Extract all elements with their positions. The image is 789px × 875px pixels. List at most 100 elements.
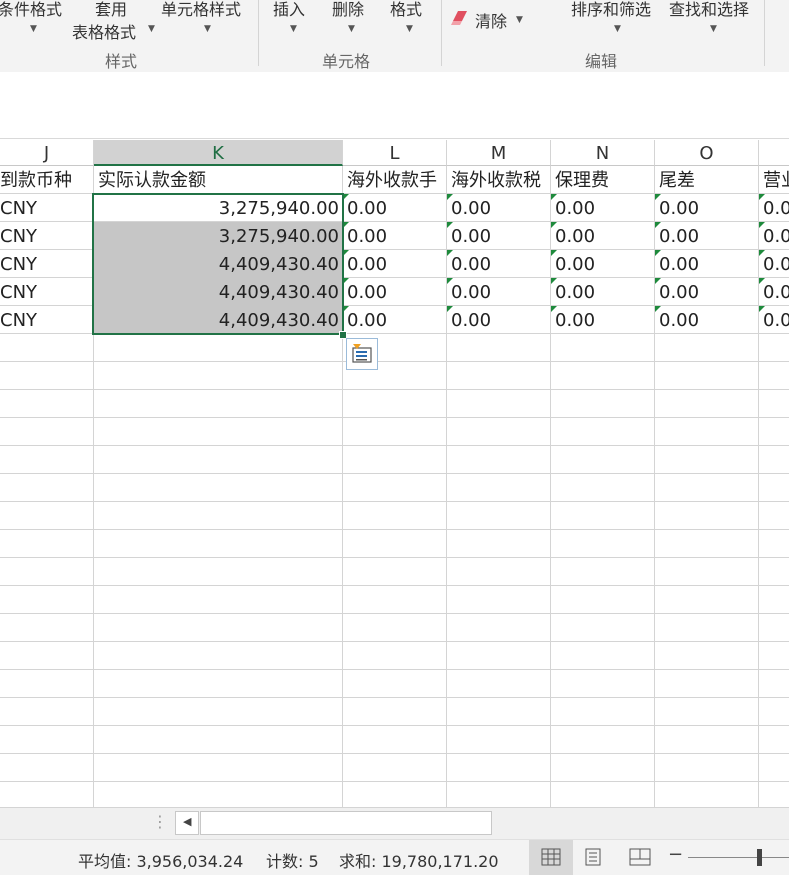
table-cell[interactable]: 0.00: [447, 250, 550, 278]
group-separator: [258, 0, 259, 66]
error-indicator-icon: [343, 222, 349, 228]
chevron-down-icon[interactable]: ▼: [290, 24, 297, 34]
delete-button[interactable]: 删除: [332, 0, 364, 20]
column-header-p[interactable]: [759, 140, 789, 166]
header-cell-overseas-tax[interactable]: 海外收款税: [447, 166, 550, 194]
format-as-table-button[interactable]: 套用: [95, 0, 127, 20]
zoom-slider[interactable]: [688, 857, 789, 858]
table-cell[interactable]: 0.00: [551, 278, 654, 306]
chevron-down-icon[interactable]: ▼: [148, 24, 155, 34]
header-cell-amount[interactable]: 实际认款金额: [94, 166, 342, 194]
chevron-down-icon[interactable]: ▼: [406, 24, 413, 34]
table-cell[interactable]: CNY: [0, 194, 93, 222]
table-cell-selected[interactable]: 3,275,940.00: [94, 222, 342, 250]
table-cell[interactable]: 0.00: [343, 222, 446, 250]
cell-styles-button[interactable]: 单元格样式: [161, 0, 241, 20]
table-cell[interactable]: 0.00: [343, 250, 446, 278]
group-separator: [441, 0, 442, 66]
sort-filter-button[interactable]: 排序和筛选: [571, 0, 651, 20]
chevron-down-icon[interactable]: ▼: [348, 24, 355, 34]
grid-line: [0, 473, 789, 474]
table-cell-selected[interactable]: 3,275,940.00: [94, 194, 342, 222]
error-indicator-icon: [759, 250, 765, 256]
column-header-k[interactable]: K: [94, 140, 343, 166]
worksheet-grid[interactable]: 到款币种 实际认款金额 海外收款手 海外收款税 保理费 尾差 营业 CNY 3,…: [0, 166, 789, 807]
chevron-down-icon[interactable]: ▼: [516, 15, 523, 25]
error-indicator-icon: [447, 306, 453, 312]
insert-button[interactable]: 插入: [273, 0, 305, 20]
table-cell[interactable]: 0.00: [343, 194, 446, 222]
split-handle-icon[interactable]: ⋮: [152, 812, 168, 831]
column-header-m[interactable]: M: [447, 140, 551, 166]
chevron-down-icon[interactable]: ▼: [710, 24, 717, 34]
page-layout-icon[interactable]: [583, 848, 603, 870]
table-cell[interactable]: CNY: [0, 278, 93, 306]
column-header-o[interactable]: O: [655, 140, 759, 166]
table-cell[interactable]: 0.00: [447, 222, 550, 250]
format-as-table-label[interactable]: 表格格式: [72, 19, 136, 43]
error-indicator-icon: [655, 222, 661, 228]
table-cell[interactable]: 0.00: [655, 278, 758, 306]
chevron-down-icon[interactable]: ▼: [614, 24, 621, 34]
header-cell-rounding-diff[interactable]: 尾差: [655, 166, 758, 194]
header-cell-currency[interactable]: 到款币种: [0, 166, 93, 194]
status-sum[interactable]: 求和: 19,780,171.20: [339, 848, 499, 872]
table-cell[interactable]: CNY: [0, 306, 93, 334]
grid-line: [0, 529, 789, 530]
find-select-button[interactable]: 查找和选择: [669, 0, 749, 20]
page-break-icon[interactable]: [629, 848, 651, 870]
table-cell[interactable]: 0.00: [655, 194, 758, 222]
normal-view-button[interactable]: [529, 840, 573, 875]
zoom-slider-thumb[interactable]: [757, 849, 762, 866]
scroll-left-button[interactable]: ◀: [175, 811, 199, 835]
status-count[interactable]: 计数: 5: [266, 848, 319, 872]
error-indicator-icon: [759, 194, 765, 200]
table-cell[interactable]: 0.00: [655, 250, 758, 278]
error-indicator-icon: [447, 250, 453, 256]
table-cell[interactable]: 0.00: [551, 250, 654, 278]
conditional-format-button[interactable]: 条件格式: [0, 0, 62, 20]
header-cell-overseas-fee[interactable]: 海外收款手: [343, 166, 446, 194]
eraser-icon[interactable]: [451, 9, 471, 31]
column-header-l[interactable]: L: [343, 140, 447, 166]
table-cell[interactable]: 0.00: [551, 194, 654, 222]
header-cell-revenue[interactable]: 营业: [759, 166, 789, 194]
sheet-tab-bar: ⋮ ◀: [0, 807, 789, 840]
table-cell[interactable]: 0.00: [655, 306, 758, 334]
table-cell[interactable]: 0.00: [447, 278, 550, 306]
error-indicator-icon: [343, 194, 349, 200]
horizontal-scrollbar-thumb[interactable]: [200, 811, 492, 835]
error-indicator-icon: [655, 278, 661, 284]
column-header-n[interactable]: N: [551, 140, 655, 166]
table-cell[interactable]: 0.00: [551, 222, 654, 250]
format-button[interactable]: 格式: [390, 0, 422, 20]
error-indicator-icon: [551, 250, 557, 256]
column-header-j[interactable]: J: [0, 140, 94, 166]
formula-bar[interactable]: [0, 72, 789, 139]
table-cell[interactable]: 0.00: [343, 306, 446, 334]
status-average[interactable]: 平均值: 3,956,034.24: [78, 848, 243, 872]
table-cell[interactable]: CNY: [0, 222, 93, 250]
table-cell-selected[interactable]: 4,409,430.40: [94, 278, 342, 306]
zoom-out-icon[interactable]: −: [668, 844, 683, 865]
error-indicator-icon: [655, 306, 661, 312]
table-cell-selected[interactable]: 4,409,430.40: [94, 250, 342, 278]
grid-line: [0, 781, 789, 782]
table-cell[interactable]: CNY: [0, 250, 93, 278]
clear-button[interactable]: 清除: [475, 8, 507, 32]
grid-line: [0, 669, 789, 670]
chevron-down-icon[interactable]: ▼: [204, 24, 211, 34]
header-cell-factoring-fee[interactable]: 保理费: [551, 166, 654, 194]
error-indicator-icon: [343, 306, 349, 312]
table-cell[interactable]: 0.00: [447, 194, 550, 222]
table-cell[interactable]: 0.00: [447, 306, 550, 334]
quick-analysis-icon[interactable]: [346, 338, 378, 370]
table-cell-selected[interactable]: 4,409,430.40: [94, 306, 342, 334]
table-cell[interactable]: 0.00: [551, 306, 654, 334]
chevron-down-icon[interactable]: ▼: [30, 24, 37, 34]
grid-line: [0, 557, 789, 558]
table-cell[interactable]: 0.00: [655, 222, 758, 250]
grid-line: [0, 361, 789, 362]
table-cell[interactable]: 0.00: [343, 278, 446, 306]
group-label-styles: 样式: [105, 52, 138, 71]
